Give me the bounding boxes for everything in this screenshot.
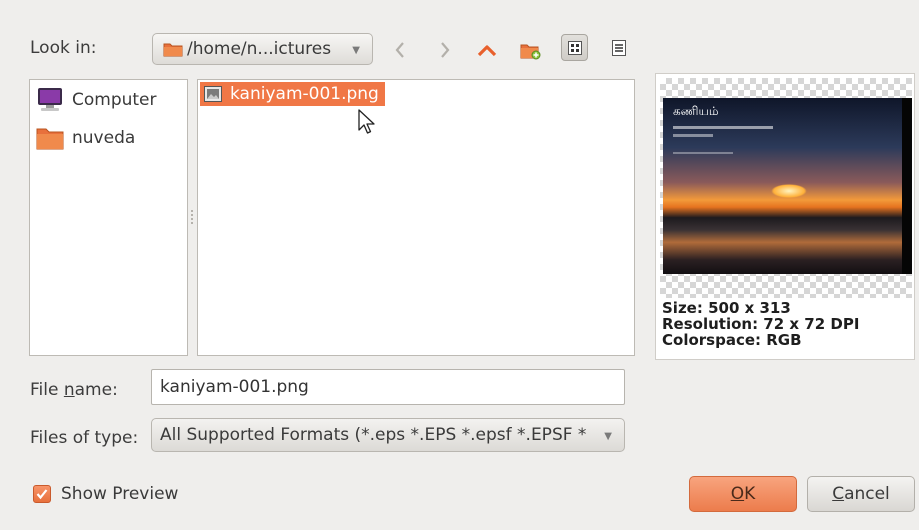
chevron-down-icon: ▼ — [604, 431, 612, 442]
thumbnail-line — [673, 152, 733, 154]
back-button[interactable] — [386, 36, 414, 64]
place-computer[interactable]: Computer — [36, 83, 157, 117]
path-text: /home/n...ictures — [187, 39, 332, 59]
file-list[interactable]: kaniyam-001.png — [197, 79, 635, 356]
checkmark-icon — [36, 489, 48, 500]
ok-button[interactable]: OK — [689, 476, 797, 512]
file-type-value: All Supported Formats (*.eps *.EPS *.eps… — [160, 425, 587, 445]
preview-panel: கணியம் Size: 500 x 313 Resolution: 72 x … — [655, 73, 915, 360]
place-label: nuveda — [72, 128, 136, 148]
file-item-selected[interactable]: kaniyam-001.png — [200, 82, 385, 106]
cancel-button[interactable]: Cancel — [807, 476, 915, 512]
new-folder-button[interactable] — [516, 36, 544, 64]
preview-thumbnail: கணியம் — [663, 98, 912, 274]
thumbnail-title: கணியம் — [673, 104, 719, 118]
chevron-left-icon — [395, 42, 404, 58]
chevron-down-icon: ▼ — [352, 45, 360, 56]
image-colorspace: Colorspace: RGB — [662, 331, 802, 349]
look-in-label: Look in: — [30, 38, 97, 58]
pane-splitter[interactable] — [191, 210, 193, 226]
file-name-text: kaniyam-001.png — [230, 84, 379, 104]
place-nuveda[interactable]: nuveda — [36, 121, 135, 155]
thumbnail-line — [673, 126, 773, 129]
file-name-input[interactable] — [151, 369, 625, 405]
file-name-label: File name: — [30, 380, 118, 400]
new-folder-icon — [520, 44, 541, 60]
chevron-right-icon — [441, 42, 450, 58]
folder-icon — [36, 128, 64, 150]
path-combo[interactable]: /home/n...ictures ▼ — [152, 33, 373, 65]
thumbnail-line — [673, 134, 713, 137]
button-label: ancel — [844, 484, 890, 504]
folder-icon — [163, 43, 183, 57]
place-label: Computer — [72, 90, 157, 110]
mouse-pointer-icon — [358, 109, 375, 134]
places-pane[interactable]: Computer nuveda — [29, 79, 188, 356]
image-info: Size: 500 x 313 Resolution: 72 x 72 DPI … — [662, 300, 859, 348]
detail-view-icon — [611, 39, 626, 56]
show-preview-label: Show Preview — [61, 484, 179, 504]
image-resolution: Resolution: 72 x 72 DPI — [662, 315, 860, 333]
image-size: Size: 500 x 313 — [662, 299, 791, 317]
image-file-icon — [204, 86, 222, 102]
up-button[interactable] — [473, 36, 501, 64]
sun-glow — [771, 184, 807, 198]
up-arrow-icon — [477, 45, 497, 57]
label-part: ame: — [74, 380, 118, 400]
mnemonic-letter: C — [832, 484, 845, 504]
file-type-label: Files of type: — [30, 428, 139, 448]
label-part: File — [30, 380, 64, 400]
file-type-combo[interactable]: All Supported Formats (*.eps *.EPS *.eps… — [151, 418, 625, 452]
button-label: K — [744, 484, 756, 504]
show-preview-checkbox[interactable] — [33, 485, 51, 503]
forward-button[interactable] — [431, 36, 459, 64]
mnemonic-letter: O — [730, 484, 745, 504]
icon-view-icon — [567, 40, 582, 55]
thumbnail-edge — [902, 98, 912, 274]
icon-view-button[interactable] — [561, 34, 588, 61]
transparency-checkerboard: கணியம் — [660, 78, 912, 298]
show-preview-toggle[interactable]: Show Preview — [33, 484, 178, 504]
computer-icon — [38, 88, 62, 111]
mnemonic-letter: n — [63, 380, 75, 400]
detail-view-button[interactable] — [605, 34, 632, 61]
